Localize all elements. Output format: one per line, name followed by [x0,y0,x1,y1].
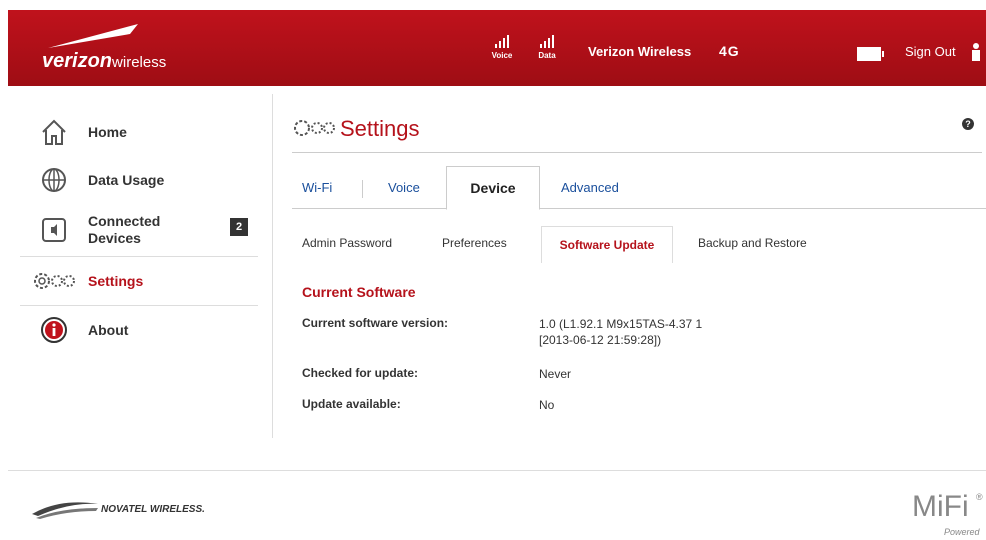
voice-signal: Voice [482,32,522,60]
software-version-value: 1.0 (L1.92.1 M9x15TAS-4.37 1 [2013-06-12… [539,316,702,348]
update-available-label: Update available: [302,397,401,411]
help-icon[interactable]: ? [962,118,974,130]
tab-divider [362,180,363,198]
sidebar-label-data-usage: Data Usage [88,171,165,188]
network-type: 4G [719,43,740,59]
subtab-bar: Admin Password Preferences Software Upda… [292,226,986,263]
tab-bar: Wi-Fi Voice Device Advanced [292,166,986,210]
novatel-logo-icon [32,502,98,519]
mifi-trademark: ® [976,492,983,502]
tab-advanced[interactable]: Advanced [561,180,619,195]
software-version-label: Current software version: [302,316,449,330]
vendor-name: NOVATEL WIRELESS. [101,504,205,515]
sidebar-label-settings: Settings [88,272,144,289]
mifi-logo: MiFi [912,490,969,523]
sidebar-item-connected-devices[interactable]: Connected Devices 2 [20,204,258,256]
info-icon [32,312,76,348]
powered-label: Powered [944,527,980,537]
top-header: verizonwireless Voice Data Verizon Wirel… [8,10,986,86]
sidebar-label-connected-devices: Connected Devices [88,213,161,246]
page-title: Settings [340,116,420,141]
software-version-line2: [2013-06-12 21:59:28]) [539,333,662,347]
verizon-logo: verizonwireless [38,22,238,78]
brand-wordmark: verizonwireless [42,50,166,73]
subtab-backup-restore[interactable]: Backup and Restore [698,236,807,250]
settings-gears-icon [294,120,335,136]
subtab-preferences[interactable]: Preferences [442,236,507,250]
sidebar-item-about[interactable]: About [20,306,258,354]
tab-voice[interactable]: Voice [388,180,420,195]
sidebar-divider [272,94,273,438]
voice-label: Voice [491,51,513,60]
software-version-line1: 1.0 (L1.92.1 M9x15TAS-4.37 1 [539,317,703,331]
checked-update-value: Never [539,367,572,381]
data-label: Data [538,51,556,60]
data-signal-bars-icon [527,32,567,48]
sidebar-nav: Home Data Usage Connected Devices 2 Sett… [20,108,258,354]
gears-icon [32,263,76,299]
sidebar-item-settings[interactable]: Settings [20,256,258,306]
carrier-name: Verizon Wireless [588,44,692,59]
data-signal: Data [527,32,567,60]
brand-sub: wireless [112,54,167,71]
device-count-badge: 2 [230,218,248,236]
sidebar-item-data-usage[interactable]: Data Usage [20,156,258,204]
brand-main: verizon [42,50,113,72]
tab-device[interactable]: Device [446,166,540,210]
speaker-icon [32,212,76,248]
subtab-software-update[interactable]: Software Update [541,226,673,263]
page-header: Settings ? [292,112,982,153]
user-icon[interactable] [970,43,982,61]
battery-icon [857,47,884,61]
globe-icon [32,162,76,198]
tab-wifi[interactable]: Wi-Fi [302,180,332,195]
sidebar-label-home: Home [88,123,127,140]
sign-out-link[interactable]: Sign Out [905,44,956,59]
sidebar-item-home[interactable]: Home [20,108,258,156]
home-icon [32,114,76,150]
checked-update-label: Checked for update: [302,366,419,380]
logo-swoosh [48,24,138,48]
update-available-value: No [539,398,555,412]
subtab-admin-password[interactable]: Admin Password [302,236,392,250]
sidebar-label-about: About [88,321,129,338]
footer-divider [8,470,986,471]
section-title: Current Software [302,284,416,300]
voice-signal-bars-icon [482,32,522,48]
